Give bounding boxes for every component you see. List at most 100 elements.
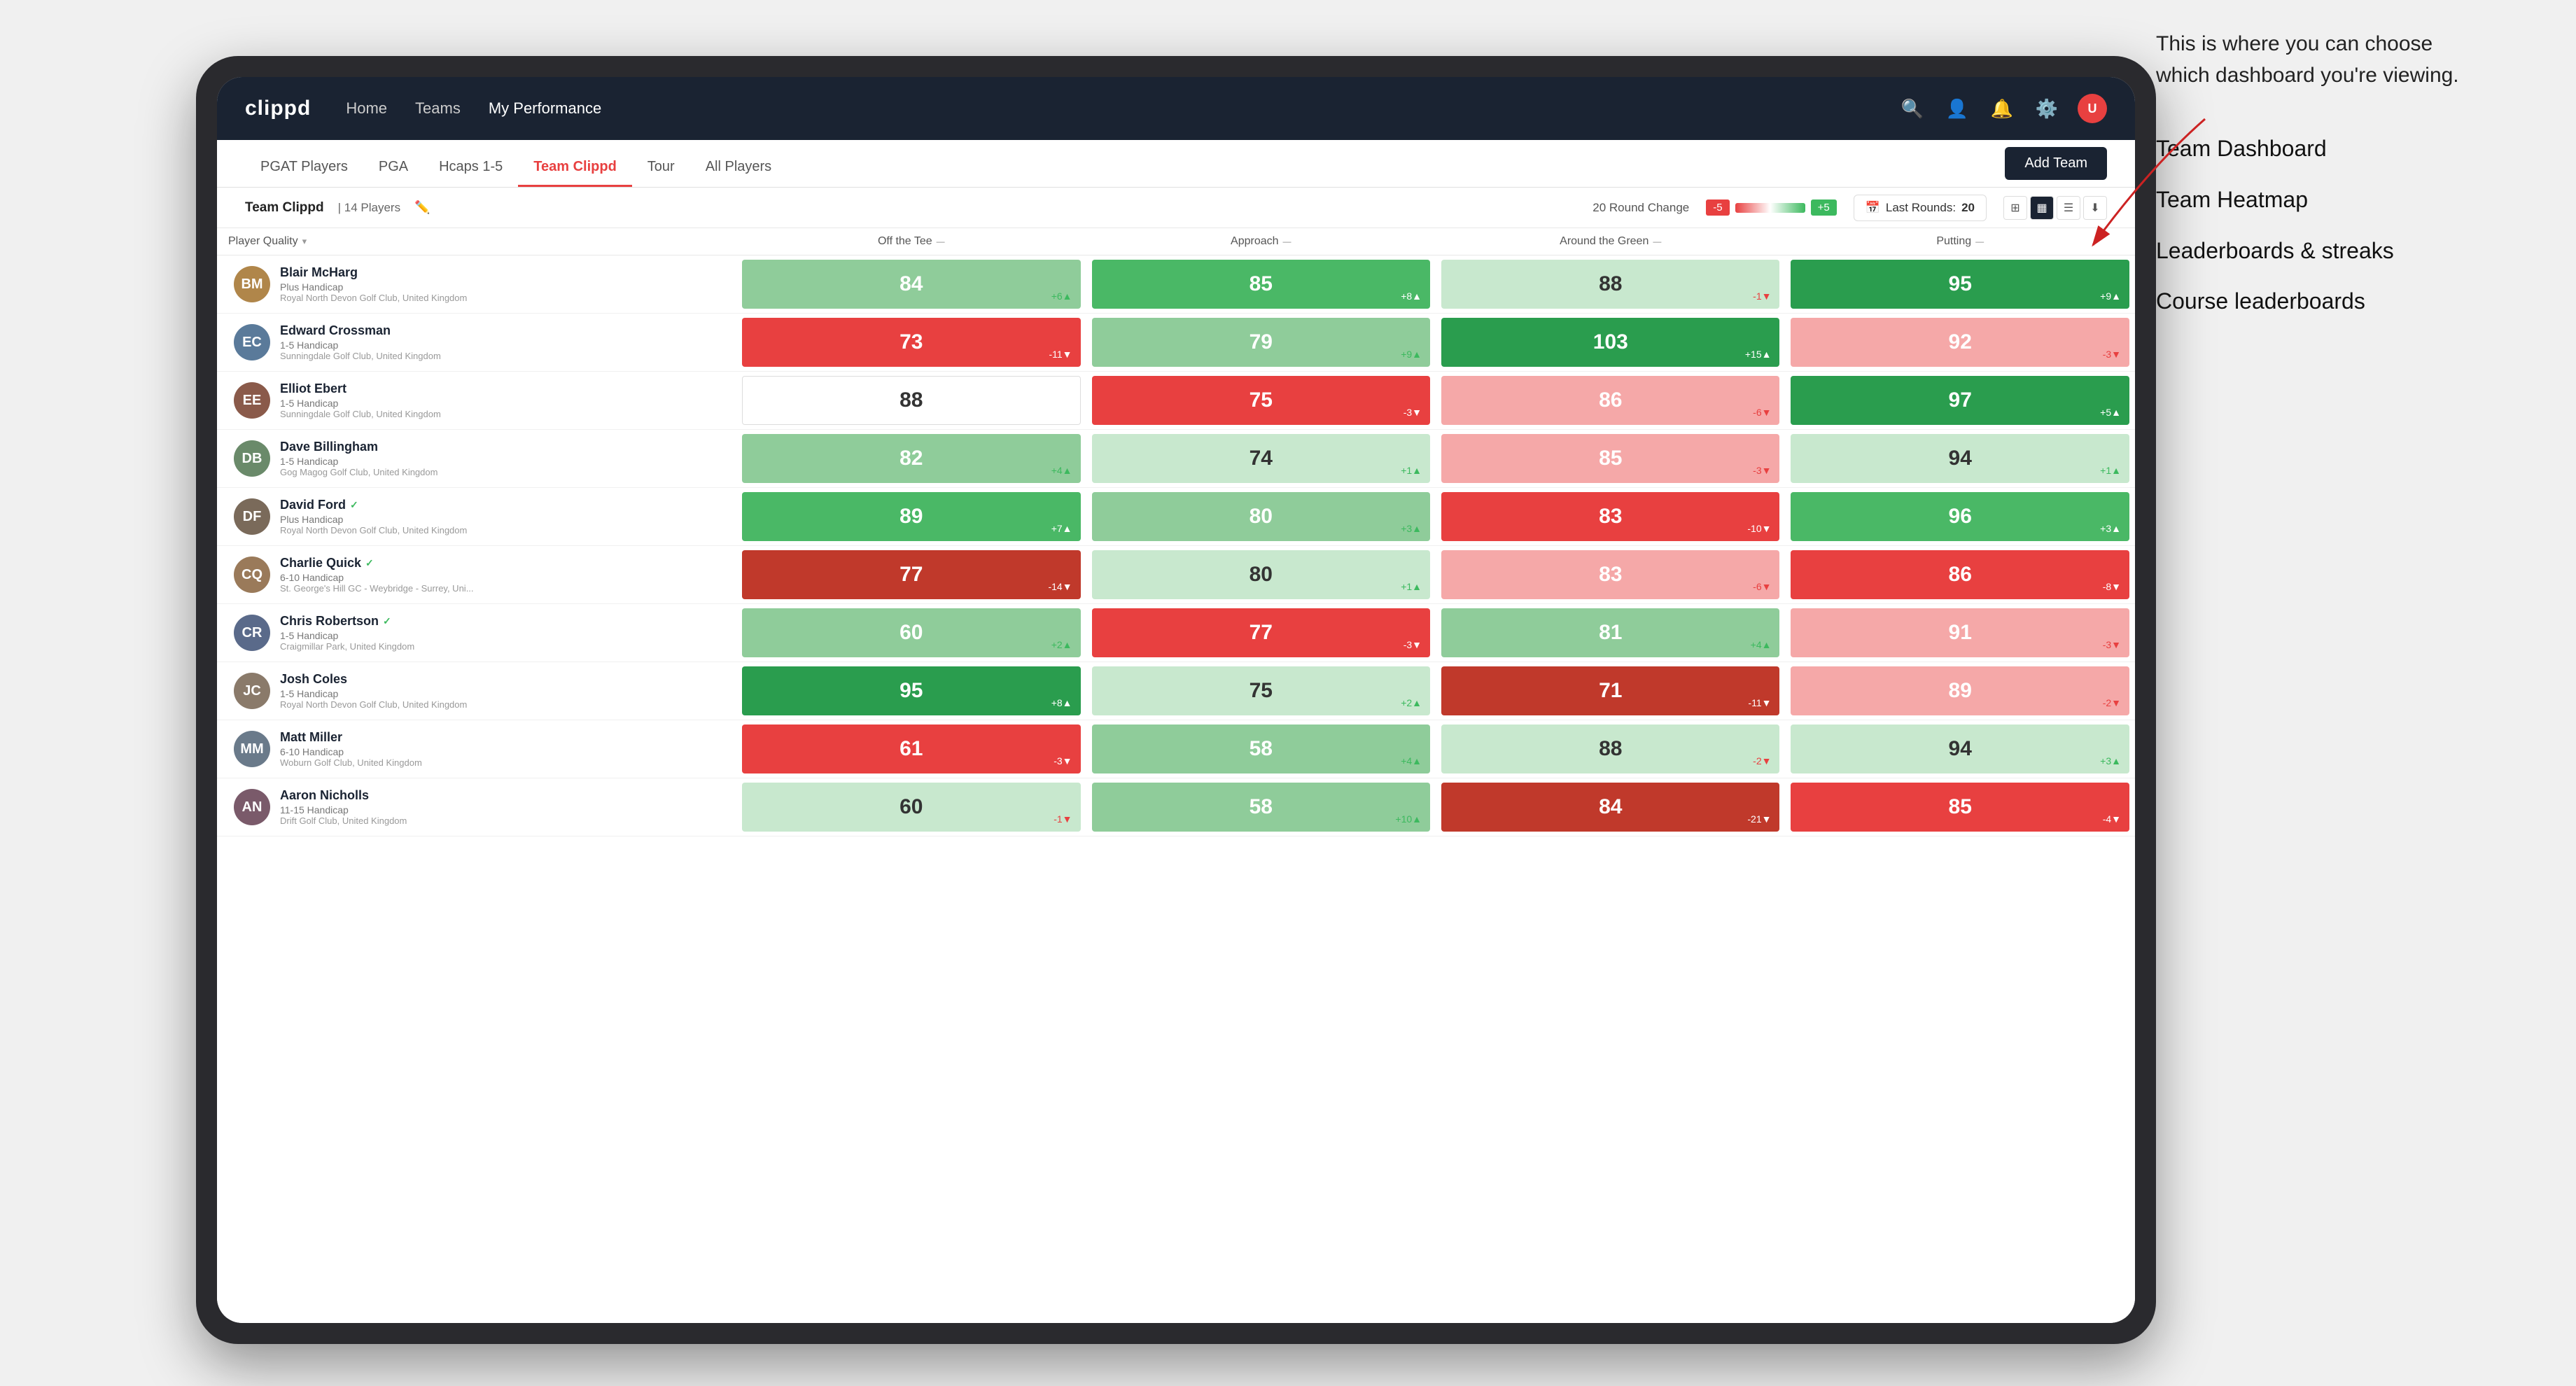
list-view-button[interactable]: ☰ (2057, 196, 2080, 220)
score-cell[interactable]: 85 -3▼ (1436, 430, 1785, 488)
score-cell[interactable]: 75 +2▲ (1086, 662, 1436, 720)
player-avatar: EC (234, 324, 270, 360)
player-handicap: Plus Handicap (280, 514, 720, 525)
player-cell[interactable]: EC Edward Crossman 1-5 Handicap Sunningd… (217, 314, 736, 372)
score-cell[interactable]: 77 -14▼ (736, 546, 1086, 604)
column-header-player[interactable]: Player Quality ▾ (217, 228, 736, 255)
player-cell[interactable]: JC Josh Coles 1-5 Handicap Royal North D… (217, 662, 736, 720)
player-avatar: MM (234, 731, 270, 767)
column-header-putting[interactable]: Putting — (1785, 228, 2135, 255)
player-avatar: CQ (234, 556, 270, 593)
player-handicap: 1-5 Handicap (280, 456, 720, 467)
score-cell[interactable]: 77 -3▼ (1086, 604, 1436, 662)
score-cell[interactable]: 94 +3▲ (1785, 720, 2135, 778)
score-cell[interactable]: 83 -10▼ (1436, 488, 1785, 546)
annotation-item-4: Course leaderboards (2156, 286, 2492, 317)
score-cell[interactable]: 86 -6▼ (1436, 372, 1785, 430)
player-cell[interactable]: DF David Ford✓ Plus Handicap Royal North… (217, 488, 736, 546)
column-header-off-tee[interactable]: Off the Tee — (736, 228, 1086, 255)
player-cell[interactable]: AN Aaron Nicholls 11-15 Handicap Drift G… (217, 778, 736, 836)
player-cell[interactable]: DB Dave Billingham 1-5 Handicap Gog Mago… (217, 430, 736, 488)
score-cell[interactable]: 79 +9▲ (1086, 314, 1436, 372)
score-cell[interactable]: 96 +3▲ (1785, 488, 2135, 546)
nav-teams[interactable]: Teams (415, 95, 461, 122)
score-cell[interactable]: 92 -3▼ (1785, 314, 2135, 372)
score-cell[interactable]: 81 +4▲ (1436, 604, 1785, 662)
score-cell[interactable]: 75 -3▼ (1086, 372, 1436, 430)
heatmap-view-button[interactable]: ▦ (2030, 196, 2054, 220)
tab-team-clippd[interactable]: Team Clippd (518, 159, 632, 187)
player-avatar: AN (234, 789, 270, 825)
player-handicap: 11-15 Handicap (280, 804, 720, 816)
score-cell[interactable]: 94 +1▲ (1785, 430, 2135, 488)
column-header-approach[interactable]: Approach — (1086, 228, 1436, 255)
score-cell[interactable]: 74 +1▲ (1086, 430, 1436, 488)
score-cell[interactable]: 58 +4▲ (1086, 720, 1436, 778)
settings-icon[interactable]: ⚙️ (2033, 94, 2061, 122)
score-cell[interactable]: 61 -3▼ (736, 720, 1086, 778)
player-club: Drift Golf Club, United Kingdom (280, 816, 720, 826)
player-name: Aaron Nicholls (280, 788, 720, 803)
player-info: Aaron Nicholls 11-15 Handicap Drift Golf… (280, 788, 720, 826)
score-cell[interactable]: 88 -2▼ (1436, 720, 1785, 778)
logo-text: clippd (245, 97, 311, 120)
player-club: Sunningdale Golf Club, United Kingdom (280, 409, 720, 419)
score-cell[interactable]: 103 +15▲ (1436, 314, 1785, 372)
score-cell[interactable]: 58 +10▲ (1086, 778, 1436, 836)
player-avatar: CR (234, 615, 270, 651)
user-avatar[interactable]: U (2078, 94, 2107, 123)
score-cell[interactable]: 73 -11▼ (736, 314, 1086, 372)
download-button[interactable]: ⬇ (2083, 196, 2107, 220)
player-name: Matt Miller (280, 730, 720, 745)
player-cell[interactable]: MM Matt Miller 6-10 Handicap Woburn Golf… (217, 720, 736, 778)
column-header-around-green[interactable]: Around the Green — (1436, 228, 1785, 255)
score-cell[interactable]: 71 -11▼ (1436, 662, 1785, 720)
score-cell[interactable]: 89 +7▲ (736, 488, 1086, 546)
nav-my-performance[interactable]: My Performance (489, 95, 601, 122)
score-cell[interactable]: 85 +8▲ (1086, 255, 1436, 314)
score-cell[interactable]: 80 +3▲ (1086, 488, 1436, 546)
score-cell[interactable]: 95 +9▲ (1785, 255, 2135, 314)
player-info: Dave Billingham 1-5 Handicap Gog Magog G… (280, 440, 720, 477)
score-cell[interactable]: 86 -8▼ (1785, 546, 2135, 604)
tab-hcaps[interactable]: Hcaps 1-5 (424, 159, 518, 187)
bell-icon[interactable]: 🔔 (1988, 94, 2016, 122)
score-cell[interactable]: 83 -6▼ (1436, 546, 1785, 604)
score-cell[interactable]: 88 (736, 372, 1086, 430)
score-cell[interactable]: 85 -4▼ (1785, 778, 2135, 836)
tab-all-players[interactable]: All Players (690, 159, 787, 187)
grid-view-button[interactable]: ⊞ (2003, 196, 2027, 220)
player-cell[interactable]: CR Chris Robertson✓ 1-5 Handicap Craigmi… (217, 604, 736, 662)
player-avatar: EE (234, 382, 270, 419)
player-cell[interactable]: CQ Charlie Quick✓ 6-10 Handicap St. Geor… (217, 546, 736, 604)
table-row: DB Dave Billingham 1-5 Handicap Gog Mago… (217, 430, 2135, 488)
tab-pga[interactable]: PGA (363, 159, 424, 187)
table-row: CQ Charlie Quick✓ 6-10 Handicap St. Geor… (217, 546, 2135, 604)
edit-team-icon[interactable]: ✏️ (414, 200, 430, 215)
score-cell[interactable]: 60 -1▼ (736, 778, 1086, 836)
add-team-button[interactable]: Add Team (2005, 147, 2107, 180)
score-cell[interactable]: 80 +1▲ (1086, 546, 1436, 604)
player-info: Edward Crossman 1-5 Handicap Sunningdale… (280, 323, 720, 361)
player-cell[interactable]: BM Blair McHarg Plus Handicap Royal Nort… (217, 255, 736, 314)
score-cell[interactable]: 88 -1▼ (1436, 255, 1785, 314)
heatmap-gradient-bar (1735, 203, 1805, 213)
search-icon[interactable]: 🔍 (1898, 94, 1926, 122)
score-cell[interactable]: 95 +8▲ (736, 662, 1086, 720)
score-cell[interactable]: 60 +2▲ (736, 604, 1086, 662)
score-cell[interactable]: 91 -3▼ (1785, 604, 2135, 662)
tab-pgat-players[interactable]: PGAT Players (245, 159, 363, 187)
tab-tour[interactable]: Tour (632, 159, 690, 187)
app-logo[interactable]: clippd (245, 97, 311, 120)
last-rounds-selector[interactable]: 📅 Last Rounds: 20 (1854, 195, 1987, 221)
score-cell[interactable]: 89 -2▼ (1785, 662, 2135, 720)
player-cell[interactable]: EE Elliot Ebert 1-5 Handicap Sunningdale… (217, 372, 736, 430)
score-cell[interactable]: 97 +5▲ (1785, 372, 2135, 430)
score-cell[interactable]: 84 -21▼ (1436, 778, 1785, 836)
player-avatar: DB (234, 440, 270, 477)
player-club: Woburn Golf Club, United Kingdom (280, 757, 720, 768)
score-cell[interactable]: 82 +4▲ (736, 430, 1086, 488)
nav-home[interactable]: Home (346, 95, 387, 122)
score-cell[interactable]: 84 +6▲ (736, 255, 1086, 314)
user-icon[interactable]: 👤 (1943, 94, 1971, 122)
